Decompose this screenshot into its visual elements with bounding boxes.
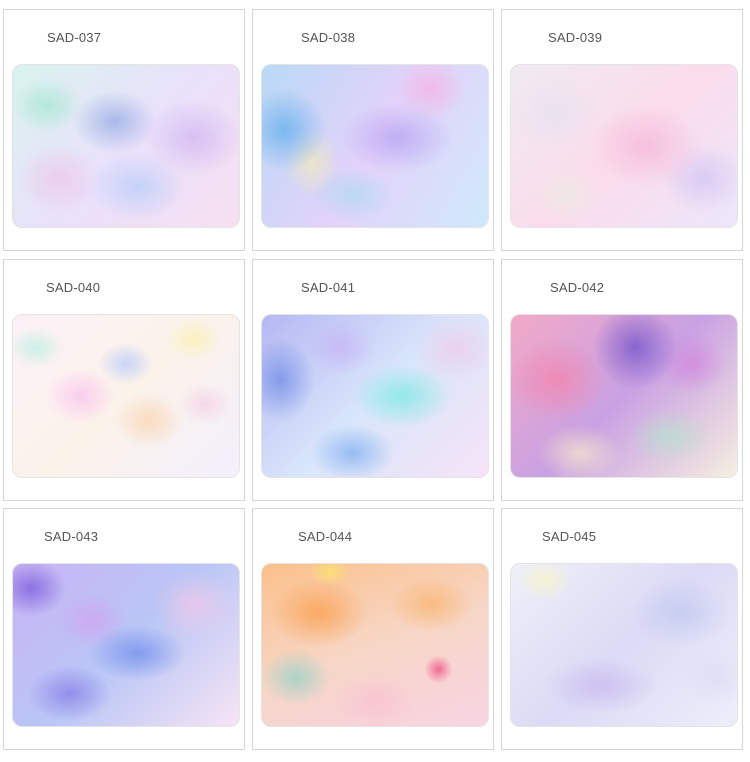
watercolor-swatch-image[interactable] <box>12 563 240 727</box>
watercolor-swatch-image[interactable] <box>510 64 738 228</box>
product-card-sad-040[interactable]: SAD-040 <box>3 259 245 501</box>
watercolor-swatch-image[interactable] <box>510 314 738 478</box>
product-code: SAD-039 <box>548 30 603 45</box>
product-card-sad-037[interactable]: SAD-037 <box>3 9 245 251</box>
product-code: SAD-038 <box>301 30 356 45</box>
product-card-sad-044[interactable]: SAD-044 <box>252 508 494 750</box>
product-code: SAD-045 <box>542 529 597 544</box>
product-code: SAD-040 <box>46 280 101 295</box>
watercolor-swatch-image[interactable] <box>261 314 489 478</box>
product-card-sad-042[interactable]: SAD-042 <box>501 259 743 501</box>
product-card-sad-041[interactable]: SAD-041 <box>252 259 494 501</box>
product-code: SAD-037 <box>47 30 102 45</box>
product-code: SAD-044 <box>298 529 353 544</box>
product-card-sad-045[interactable]: SAD-045 <box>501 508 743 750</box>
watercolor-swatch-image[interactable] <box>261 563 489 727</box>
product-card-sad-038[interactable]: SAD-038 <box>252 9 494 251</box>
watercolor-swatch-image[interactable] <box>12 64 240 228</box>
product-code: SAD-042 <box>550 280 605 295</box>
watercolor-swatch-image[interactable] <box>261 64 489 228</box>
watercolor-swatch-image[interactable] <box>12 314 240 478</box>
product-card-sad-043[interactable]: SAD-043 <box>3 508 245 750</box>
product-card-sad-039[interactable]: SAD-039 <box>501 9 743 251</box>
product-code: SAD-041 <box>301 280 356 295</box>
watercolor-swatch-image[interactable] <box>510 563 738 727</box>
product-code: SAD-043 <box>44 529 99 544</box>
